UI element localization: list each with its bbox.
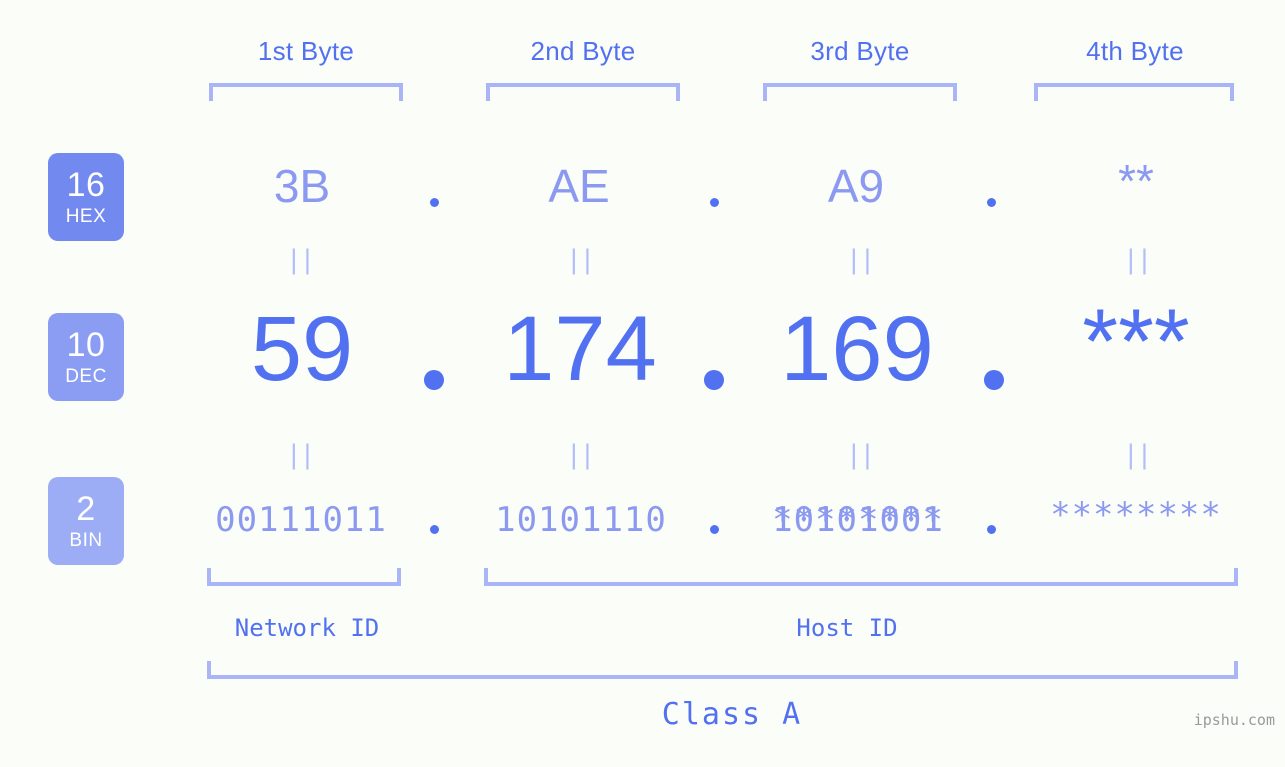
base-badge-dec-number: 10 <box>66 326 106 364</box>
hex-byte-3: A9 <box>827 160 885 212</box>
bin-separator-dot-2 <box>710 525 719 534</box>
dec-byte-2: 174 <box>503 298 657 400</box>
host-id-bracket <box>484 568 1238 586</box>
dec-byte-4: *** <box>1082 291 1190 393</box>
network-id-bracket <box>207 568 401 586</box>
hex-separator-dot-2 <box>710 198 719 207</box>
base-badge-dec: 10 DEC <box>48 313 124 401</box>
byte-bracket-4 <box>1034 83 1234 101</box>
byte-header-label-2: 2nd Byte <box>530 36 636 66</box>
network-id-label: Network ID <box>234 614 380 642</box>
byte-header-label-1: 1st Byte <box>257 36 355 66</box>
byte-header-label-4: 4th Byte <box>1086 36 1184 66</box>
base-badge-bin-number: 2 <box>76 490 96 528</box>
base-badge-hex-number: 16 <box>66 166 106 204</box>
bin-separator-dot-3 <box>987 525 996 534</box>
equivalence-mark-hex-dec-3: || <box>846 245 875 275</box>
base-badge-bin-name: BIN <box>69 530 103 551</box>
hex-separator-dot-3 <box>987 198 996 207</box>
watermark: ipshu.com <box>1193 711 1275 729</box>
byte-bracket-3 <box>763 83 957 101</box>
hex-byte-2: AE <box>548 160 610 212</box>
class-bracket <box>207 661 1238 679</box>
equivalence-mark-dec-bin-3: || <box>846 440 875 470</box>
bin-separator-dot-1 <box>430 525 439 534</box>
dec-separator-dot-3 <box>984 370 1004 390</box>
base-badge-dec-name: DEC <box>65 366 107 387</box>
hex-separator-dot-1 <box>430 198 439 207</box>
hex-byte-4: ** <box>1118 155 1154 207</box>
dec-byte-1: 59 <box>250 298 354 400</box>
byte-bracket-2 <box>486 83 680 101</box>
equivalence-mark-hex-dec-4: || <box>1123 245 1152 275</box>
base-badge-hex: 16 HEX <box>48 153 124 241</box>
ip-address-breakdown-diagram: 1st Byte 2nd Byte 3rd Byte 4th Byte 16 H… <box>0 0 1285 767</box>
bin-byte-3: 10101001 <box>772 500 944 540</box>
equivalence-mark-hex-dec-1: || <box>286 245 315 275</box>
hex-byte-1: 3B <box>273 160 331 212</box>
bin-byte-2: 10101110 <box>495 500 667 540</box>
dec-separator-dot-2 <box>704 370 724 390</box>
dec-byte-3: 169 <box>780 298 934 400</box>
bin-byte-1: 00111011 <box>215 500 387 540</box>
bin-byte-4: ******** <box>1050 495 1222 535</box>
equivalence-mark-hex-dec-2: || <box>566 245 595 275</box>
base-badge-hex-name: HEX <box>65 206 107 227</box>
base-badge-bin: 2 BIN <box>48 477 124 565</box>
equivalence-mark-dec-bin-4: || <box>1123 440 1152 470</box>
host-id-label: Host ID <box>796 614 898 642</box>
class-label: Class A <box>661 697 803 732</box>
dec-separator-dot-1 <box>424 370 444 390</box>
equivalence-mark-dec-bin-2: || <box>566 440 595 470</box>
byte-bracket-1 <box>209 83 403 101</box>
equivalence-mark-dec-bin-1: || <box>286 440 315 470</box>
byte-header-label-3: 3rd Byte <box>810 36 910 66</box>
